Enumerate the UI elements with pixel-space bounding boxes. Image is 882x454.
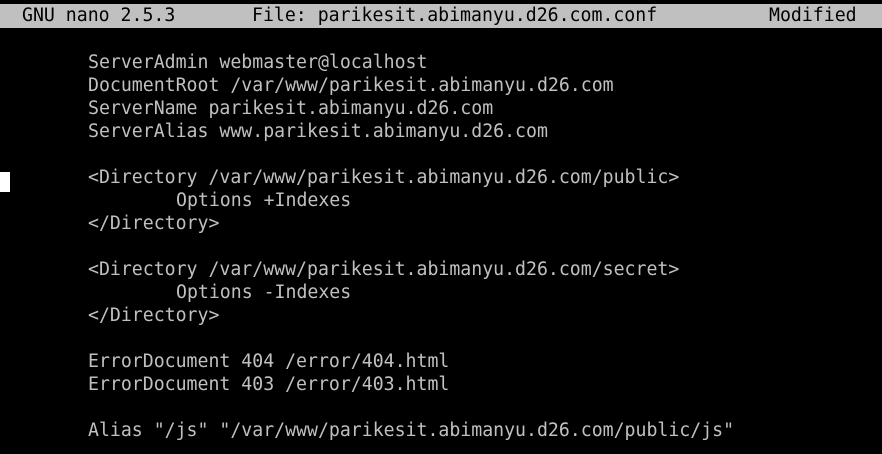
editor-line[interactable] <box>0 235 882 258</box>
editor-line[interactable]: Alias "/js" "/var/www/parikesit.abimanyu… <box>0 419 882 442</box>
file-name-label: File: parikesit.abimanyu.d26.com.conf <box>252 5 658 26</box>
editor-line[interactable]: DocumentRoot /var/www/parikesit.abimanyu… <box>0 74 882 97</box>
editor-text-area[interactable]: ServerAdmin webmaster@localhost Document… <box>0 28 882 454</box>
editor-line[interactable]: ServerName parikesit.abimanyu.d26.com <box>0 97 882 120</box>
editor-line[interactable] <box>0 396 882 419</box>
line-text: ErrorDocument 403 /error/403.html <box>88 374 450 395</box>
editor-line[interactable]: ErrorDocument 404 /error/404.html <box>0 350 882 373</box>
line-text: Alias "/js" "/var/www/parikesit.abimanyu… <box>88 420 735 441</box>
editor-line[interactable]: ServerAlias www.parikesit.abimanyu.d26.c… <box>0 120 882 143</box>
editor-line[interactable]: </Directory> <box>0 212 882 235</box>
line-text: ErrorDocument 404 /error/404.html <box>88 351 450 372</box>
app-version-label: GNU nano 2.5.3 <box>22 5 176 26</box>
line-text: Options -Indexes <box>176 282 352 303</box>
line-text: </Directory> <box>88 213 220 234</box>
editor-line[interactable]: <Directory /var/www/parikesit.abimanyu.d… <box>0 258 882 281</box>
line-text: ServerName parikesit.abimanyu.d26.com <box>88 98 494 119</box>
text-cursor <box>0 172 10 192</box>
editor-line[interactable]: </Directory> <box>0 304 882 327</box>
line-text: <Directory /var/www/parikesit.abimanyu.d… <box>88 259 680 280</box>
line-text: <Directory /var/www/parikesit.abimanyu.d… <box>88 167 680 188</box>
editor-line[interactable] <box>0 327 882 350</box>
editor-line[interactable]: ErrorDocument 403 /error/403.html <box>0 373 882 396</box>
editor-line[interactable] <box>0 143 882 166</box>
line-text: Options +Indexes <box>176 190 352 211</box>
nano-title-bar: GNU nano 2.5.3 File: parikesit.abimanyu.… <box>0 4 882 28</box>
line-text: ServerAdmin webmaster@localhost <box>88 52 428 73</box>
editor-line[interactable]: Options -Indexes <box>0 281 882 304</box>
line-text: </Directory> <box>88 305 220 326</box>
line-text: ServerAlias www.parikesit.abimanyu.d26.c… <box>88 121 548 142</box>
line-text: DocumentRoot /var/www/parikesit.abimanyu… <box>88 75 614 96</box>
modified-status: Modified <box>769 5 857 26</box>
editor-line[interactable]: Options +Indexes <box>0 189 882 212</box>
editor-line[interactable]: ServerAdmin webmaster@localhost <box>0 51 882 74</box>
editor-line[interactable]: <Directory /var/www/parikesit.abimanyu.d… <box>0 166 882 189</box>
